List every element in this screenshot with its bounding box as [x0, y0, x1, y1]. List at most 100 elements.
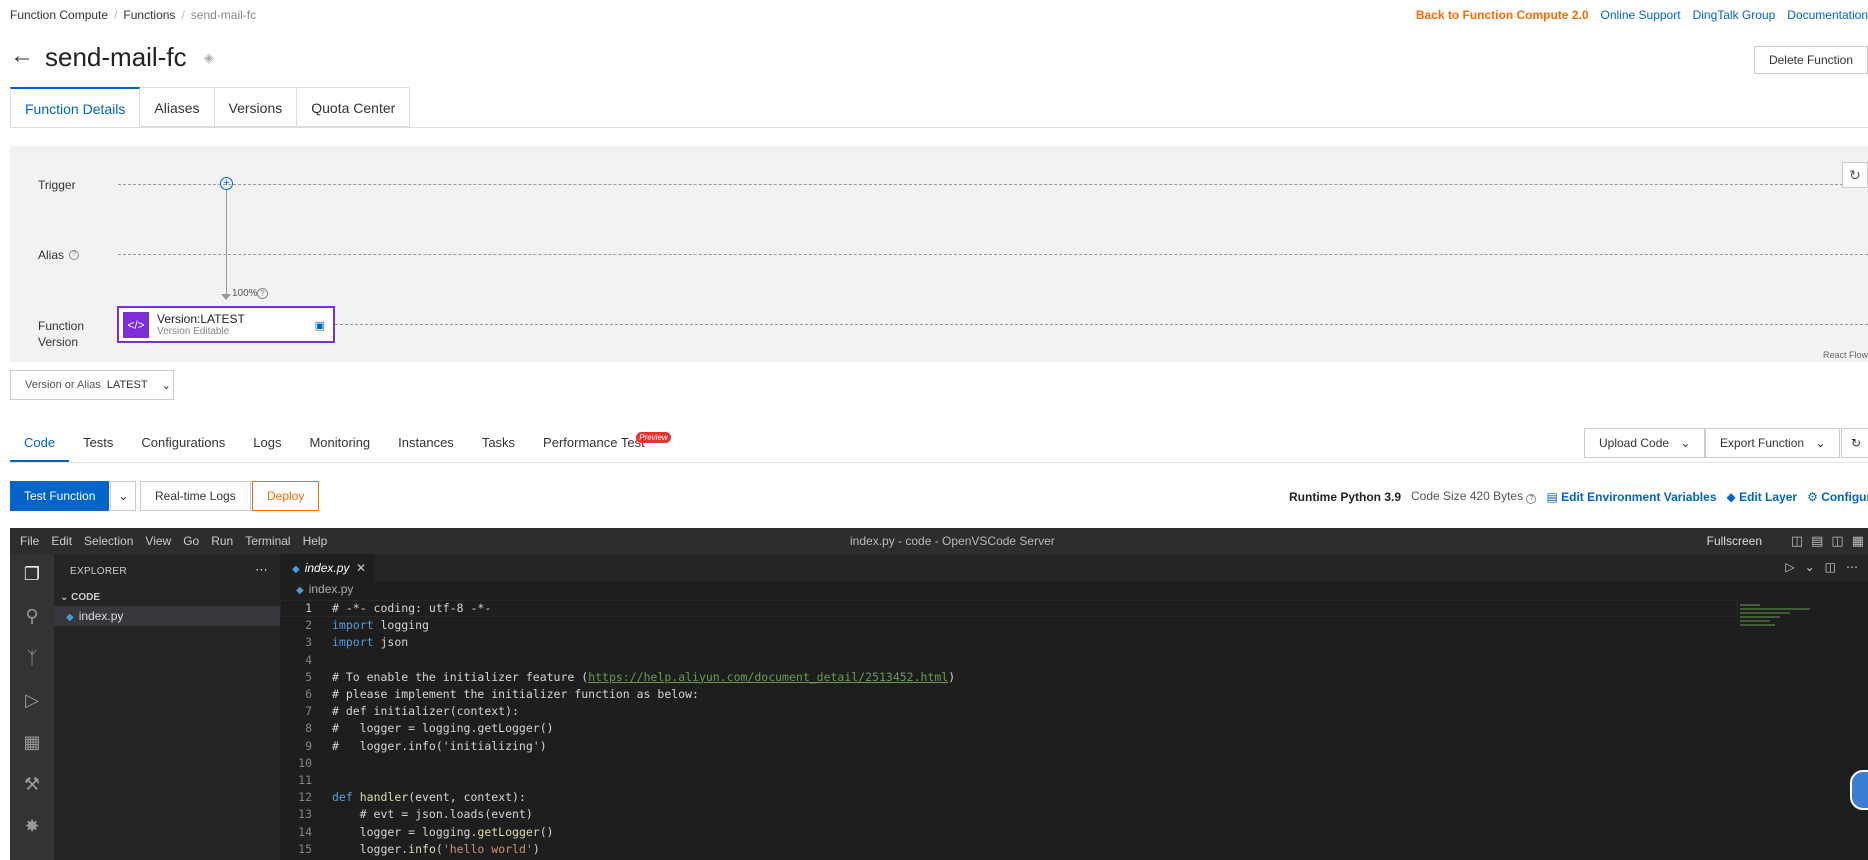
editor-tab-index-py[interactable]: ◆ index.py ✕: [280, 554, 374, 582]
refresh-icon[interactable]: ↻: [1841, 428, 1868, 458]
tab-configurations[interactable]: Configurations: [127, 428, 239, 462]
version-lane: [335, 324, 1868, 325]
edit-layer-link[interactable]: ◆ Edit Layer: [1727, 490, 1798, 504]
chevron-down-icon[interactable]: ⌄: [110, 481, 137, 511]
editor-breadcrumb-file: index.py: [308, 582, 354, 596]
menu-help[interactable]: Help: [303, 534, 328, 548]
toggle-sidebar-icon[interactable]: ◫: [1791, 533, 1803, 549]
code-line: 7 # def initializer(context):: [305, 704, 519, 719]
breadcrumb-functions[interactable]: Functions: [123, 8, 175, 22]
configure-webide-link[interactable]: ⚙ Configure WebIDE: [1807, 490, 1868, 504]
minimap[interactable]: [1740, 604, 1840, 644]
breadcrumb-current: send-mail-fc: [190, 8, 257, 22]
tab-code[interactable]: Code: [10, 428, 70, 462]
deploy-button[interactable]: Deploy: [252, 481, 320, 511]
tab-instances[interactable]: Instances: [384, 428, 468, 462]
editor-breadcrumb[interactable]: ◆ index.py: [296, 582, 353, 596]
tag-icon[interactable]: ◈: [204, 50, 214, 66]
more-icon[interactable]: ⋯: [1846, 560, 1858, 574]
help-icon[interactable]: ?: [1526, 494, 1537, 504]
version-alias-select[interactable]: Version or Alias LATEST ⌄: [10, 370, 174, 400]
delete-function-button[interactable]: Delete Function: [1753, 46, 1868, 74]
export-function-label: Export Function: [1720, 436, 1805, 450]
code-line: 5 # To enable the initializer feature (ht…: [305, 669, 956, 684]
customize-layout-icon[interactable]: ▦: [1852, 533, 1864, 549]
file-name: index.py: [78, 609, 124, 623]
back-to-fc2-link[interactable]: Back to Function Compute 2.0: [1416, 8, 1589, 22]
run-icon[interactable]: ▷: [1785, 560, 1794, 574]
breadcrumb: Function Compute / Functions / send-mail…: [10, 8, 256, 22]
runtime-info: Runtime Python 3.9 Code Size 420 Bytes ?…: [1289, 489, 1868, 504]
explorer-heading: EXPLORER: [70, 566, 127, 577]
help-icon[interactable]: ?: [257, 288, 268, 299]
vscode-window-title: index.py - code - OpenVSCode Server: [850, 534, 1055, 548]
code-line: 14 logger = logging.getLogger(): [298, 824, 554, 839]
code-line: 1 # -*- coding: utf-8 -*-: [305, 601, 492, 615]
chevron-down-icon[interactable]: ⌄: [1805, 560, 1815, 574]
split-editor-icon[interactable]: ◫: [1825, 560, 1836, 574]
tab-monitoring[interactable]: Monitoring: [295, 428, 384, 462]
extensions-icon[interactable]: ▦: [20, 730, 44, 754]
testing-icon[interactable]: ⚒: [20, 772, 44, 796]
fullscreen-button[interactable]: Fullscreen: [1707, 534, 1762, 548]
help-icon[interactable]: ?: [69, 250, 80, 260]
more-icon[interactable]: ⋯: [255, 562, 268, 578]
toggle-secondary-sidebar-icon[interactable]: ◫: [1831, 533, 1843, 549]
tabs-divider: [10, 127, 1868, 128]
tab-tasks[interactable]: Tasks: [468, 428, 529, 462]
tab-logs[interactable]: Logs: [239, 428, 295, 462]
tab-function-details[interactable]: Function Details: [10, 87, 141, 127]
version-alias-value: LATEST: [106, 379, 148, 391]
tab-performance-test[interactable]: Performance Test Preview: [529, 428, 671, 462]
page-title: send-mail-fc: [45, 42, 187, 72]
explorer-folder[interactable]: ⌄ CODE: [60, 592, 100, 603]
upload-code-button[interactable]: Upload Code ⌄: [1584, 428, 1706, 458]
close-icon[interactable]: ✕: [356, 554, 366, 582]
add-trigger-icon[interactable]: +: [220, 177, 233, 190]
editor-tab-label: index.py: [304, 561, 350, 575]
tab-aliases[interactable]: Aliases: [140, 87, 215, 127]
back-arrow-icon[interactable]: ←: [10, 44, 34, 68]
refresh-icon[interactable]: ↻: [1842, 162, 1868, 188]
menu-edit[interactable]: Edit: [51, 534, 72, 548]
source-control-icon[interactable]: ᛉ: [20, 646, 44, 670]
export-function-button[interactable]: Export Function ⌄: [1705, 428, 1841, 458]
test-function-button[interactable]: Test Function: [10, 481, 110, 511]
version-node[interactable]: </> Version:LATEST Version Editable ▣: [117, 306, 335, 343]
edit-environment-variables-link[interactable]: ▤ Edit Environment Variables: [1546, 490, 1716, 504]
toggle-panel-icon[interactable]: ▤: [1811, 533, 1823, 549]
code-line: 11: [298, 773, 312, 788]
menu-go[interactable]: Go: [183, 534, 199, 548]
tab-quota-center[interactable]: Quota Center: [297, 87, 411, 127]
menu-file[interactable]: File: [20, 534, 39, 548]
menu-view[interactable]: View: [145, 534, 171, 548]
menu-terminal[interactable]: Terminal: [245, 534, 290, 548]
alias-lane: [118, 254, 1868, 255]
search-icon[interactable]: ⚲: [20, 604, 44, 628]
code-line: 13 # evt = json.loads(event): [298, 807, 533, 822]
code-line: 12 def handler(event, context):: [298, 790, 526, 805]
menu-selection[interactable]: Selection: [84, 534, 133, 548]
document-icon[interactable]: ▣: [315, 319, 325, 332]
menu-run[interactable]: Run: [211, 534, 233, 548]
explorer-icon[interactable]: ❐: [20, 562, 44, 586]
version-subtitle: Version Editable: [157, 326, 230, 337]
explorer-file-item[interactable]: ◆ index.py: [54, 606, 280, 626]
alias-row: Alias ?: [38, 248, 80, 262]
main-tabs: Function Details Aliases Versions Quota …: [10, 87, 411, 127]
code-icon: </>: [123, 311, 149, 338]
react-flow-attribution[interactable]: React Flow: [1823, 350, 1868, 360]
code-area[interactable]: 1 # -*- coding: utf-8 -*- 2 import logging…: [290, 600, 955, 858]
run-debug-icon[interactable]: ▷: [20, 688, 44, 712]
realtime-logs-button[interactable]: Real-time Logs: [140, 481, 251, 511]
breadcrumb-function-compute[interactable]: Function Compute: [10, 8, 108, 22]
tab-tests[interactable]: Tests: [69, 428, 127, 462]
dingtalk-group-link[interactable]: DingTalk Group: [1693, 8, 1776, 22]
function-compute-icon[interactable]: ✸: [20, 814, 44, 838]
activity-bar: ❐ ⚲ ᛉ ▷ ▦ ⚒ ✸: [10, 554, 54, 860]
documentation-link[interactable]: Documentation: [1787, 8, 1868, 22]
online-support-link[interactable]: Online Support: [1601, 8, 1681, 22]
tab-versions[interactable]: Versions: [214, 87, 298, 127]
flow-diagram: Trigger Alias ? Function Version + 100% …: [10, 146, 1868, 362]
assistant-avatar[interactable]: [1850, 770, 1868, 810]
